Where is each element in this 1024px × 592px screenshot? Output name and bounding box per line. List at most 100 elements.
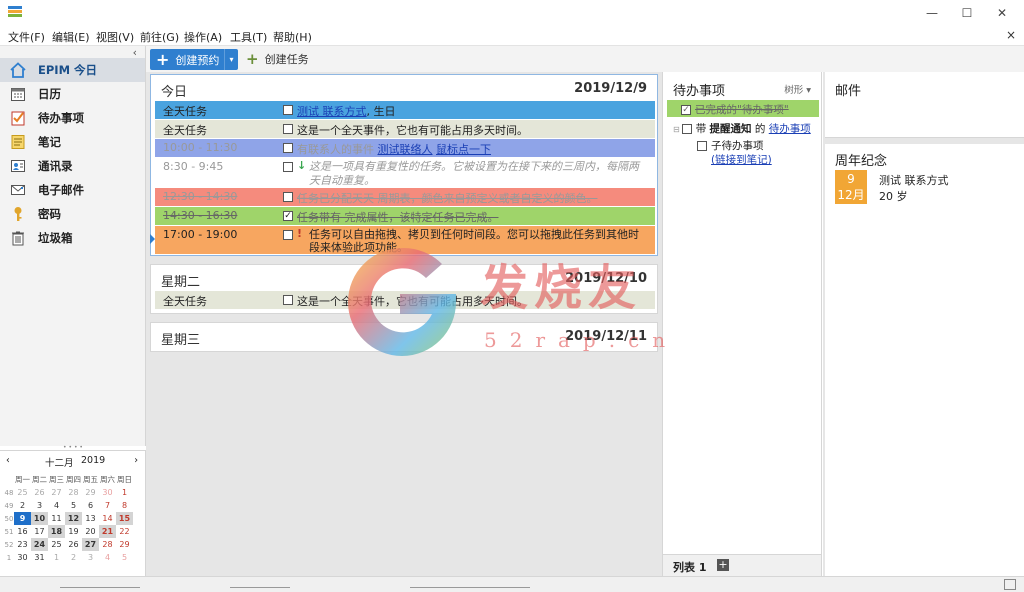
event-row[interactable]: 14:30 - 16:30 ✓ 任务带有 完成属性，该特定任务已完成。 (155, 207, 655, 225)
calendar-day[interactable]: 24 (31, 538, 48, 551)
new-task-button[interactable]: + 创建任务 (246, 51, 309, 67)
task-note-link[interactable]: (链接到笔记) (711, 152, 772, 167)
calendar-day[interactable]: 11 (48, 512, 65, 525)
task-item-completed[interactable]: ✓ 已完成的"待办事项" (667, 100, 819, 117)
event-checkbox-checked[interactable]: ✓ (283, 211, 293, 221)
calendar-day[interactable]: 12 (65, 512, 82, 525)
calendar-day[interactable]: 17 (31, 525, 48, 538)
sidebar-item-email[interactable]: 电子邮件 (0, 178, 145, 202)
event-checkbox[interactable] (283, 124, 293, 134)
calendar-day[interactable]: 27 (48, 486, 65, 499)
new-appointment-dropdown[interactable]: ▾ (224, 49, 238, 70)
note-link[interactable]: (链接到笔记) (711, 154, 772, 166)
calendar-day[interactable]: 23 (14, 538, 31, 551)
contact-link[interactable]: 测试 联系方式 (297, 105, 367, 118)
calendar-day[interactable]: 25 (14, 486, 31, 499)
calendar-day[interactable]: 1 (116, 486, 133, 499)
mini-calendar-year[interactable]: 2019 (81, 455, 105, 466)
sidebar-item-today[interactable]: EPIM 今日 (0, 58, 145, 82)
calendar-day[interactable]: 7 (99, 499, 116, 512)
tree-expander-icon[interactable]: ⊟ (673, 125, 680, 134)
calendar-day[interactable]: 5 (116, 551, 133, 564)
event-row[interactable]: 全天任务 测试 联系方式, 生日 (155, 101, 655, 119)
calendar-day[interactable]: 20 (82, 525, 99, 538)
calendar-day[interactable]: 26 (65, 538, 82, 551)
sidebar-item-notes[interactable]: 笔记 (0, 130, 145, 154)
event-row[interactable]: 全天任务 这是一个全天事件，它也有可能占用多天时间。 (155, 120, 655, 138)
calendar-day[interactable]: 4 (48, 499, 65, 512)
calendar-day[interactable]: 22 (116, 525, 133, 538)
menu-go[interactable]: 前往(G) (140, 29, 179, 45)
calendar-day[interactable]: 6 (82, 499, 99, 512)
calendar-day[interactable]: 19 (65, 525, 82, 538)
mini-calendar-month[interactable]: 十二月 (45, 455, 74, 469)
calendar-day[interactable]: 31 (31, 551, 48, 564)
task-link[interactable]: 待办事项 (769, 123, 811, 135)
close-document-button[interactable]: × (1006, 28, 1016, 42)
maximize-button[interactable]: ☐ (953, 4, 981, 22)
status-window-icon[interactable] (1004, 579, 1016, 590)
calendar-day[interactable]: 25 (48, 538, 65, 551)
calendar-day[interactable]: 2 (14, 499, 31, 512)
menu-tools[interactable]: 工具(T) (230, 29, 267, 45)
sidebar-item-calendar[interactable]: 日历 (0, 82, 145, 106)
click-link[interactable]: 鼠标点一下 (436, 143, 491, 156)
menu-view[interactable]: 视图(V) (96, 29, 134, 45)
calendar-day[interactable]: 10 (31, 512, 48, 525)
calendar-day[interactable]: 8 (116, 499, 133, 512)
calendar-day[interactable]: 3 (31, 499, 48, 512)
calendar-day[interactable]: 13 (82, 512, 99, 525)
calendar-day[interactable]: 28 (99, 538, 116, 551)
minimize-button[interactable]: — (918, 4, 946, 22)
close-window-button[interactable]: ✕ (988, 4, 1016, 22)
prev-month-button[interactable]: ‹ (6, 455, 10, 466)
sidebar-item-contacts[interactable]: 通讯录 (0, 154, 145, 178)
event-checkbox[interactable] (283, 105, 293, 115)
event-row[interactable]: 8:30 - 9:45 ↓ 这是一项具有重复性的任务。它被设置为在接下来的三周内… (155, 158, 655, 188)
calendar-day[interactable]: 30 (14, 551, 31, 564)
add-tab-button[interactable]: + (717, 559, 729, 571)
calendar-day[interactable]: 29 (116, 538, 133, 551)
event-row[interactable]: 12:30 - 14:30 任务已分配天天 周期表，颜色来自预定义或者自定义的颜… (155, 188, 655, 206)
task-checkbox[interactable] (681, 124, 692, 134)
event-checkbox[interactable] (283, 230, 293, 240)
calendar-day[interactable]: 16 (14, 525, 31, 538)
calendar-day[interactable]: 14 (99, 512, 116, 525)
calendar-day[interactable]: 26 (31, 486, 48, 499)
calendar-day[interactable]: 18 (48, 525, 65, 538)
task-checkbox[interactable] (697, 141, 707, 151)
calendar-day[interactable]: 4 (99, 551, 116, 564)
menu-edit[interactable]: 编辑(E) (52, 29, 90, 45)
contact-link[interactable]: 测试联络人 (378, 143, 433, 156)
sidebar-item-trash[interactable]: 垃圾箱 (0, 226, 145, 250)
calendar-day[interactable]: 3 (82, 551, 99, 564)
next-month-button[interactable]: › (134, 455, 138, 466)
menu-file[interactable]: 文件(F) (8, 29, 45, 45)
calendar-day[interactable]: 5 (65, 499, 82, 512)
calendar-day[interactable]: 1 (48, 551, 65, 564)
event-checkbox[interactable] (283, 295, 293, 305)
calendar-day[interactable]: 30 (99, 486, 116, 499)
event-row[interactable]: 10:00 - 11:30 有联系人的事件 测试联络人 鼠标点一下 (155, 139, 655, 157)
menu-help[interactable]: 帮助(H) (273, 29, 312, 45)
calendar-day[interactable]: 29 (82, 486, 99, 499)
tab-list-1[interactable]: 列表 1 (673, 559, 706, 575)
task-item-subtask[interactable]: 子待办事项 (697, 138, 764, 153)
calendar-day[interactable]: 28 (65, 486, 82, 499)
event-checkbox[interactable] (283, 143, 293, 153)
tasks-view-dropdown[interactable]: 树形 ▾ (784, 82, 811, 96)
calendar-day[interactable]: 2 (65, 551, 82, 564)
task-item-reminder[interactable]: ⊟ 带 提醒通知 的 待办事项 (673, 121, 811, 136)
task-checkbox-checked[interactable]: ✓ (681, 105, 691, 115)
menu-action[interactable]: 操作(A) (184, 29, 222, 45)
sidebar-item-tasks[interactable]: 待办事项 (0, 106, 145, 130)
calendar-day-today[interactable]: 9 (14, 512, 31, 525)
sidebar-item-passwords[interactable]: 密码 (0, 202, 145, 226)
new-appointment-button[interactable]: + 创建预约 ▾ (150, 49, 238, 70)
anniversary-contact[interactable]: 测试 联系方式 (879, 172, 949, 188)
calendar-day[interactable]: 21 (99, 525, 116, 538)
calendar-day[interactable]: 15 (116, 512, 133, 525)
event-checkbox[interactable] (283, 162, 293, 172)
event-checkbox[interactable] (283, 192, 293, 202)
calendar-day[interactable]: 27 (82, 538, 99, 551)
